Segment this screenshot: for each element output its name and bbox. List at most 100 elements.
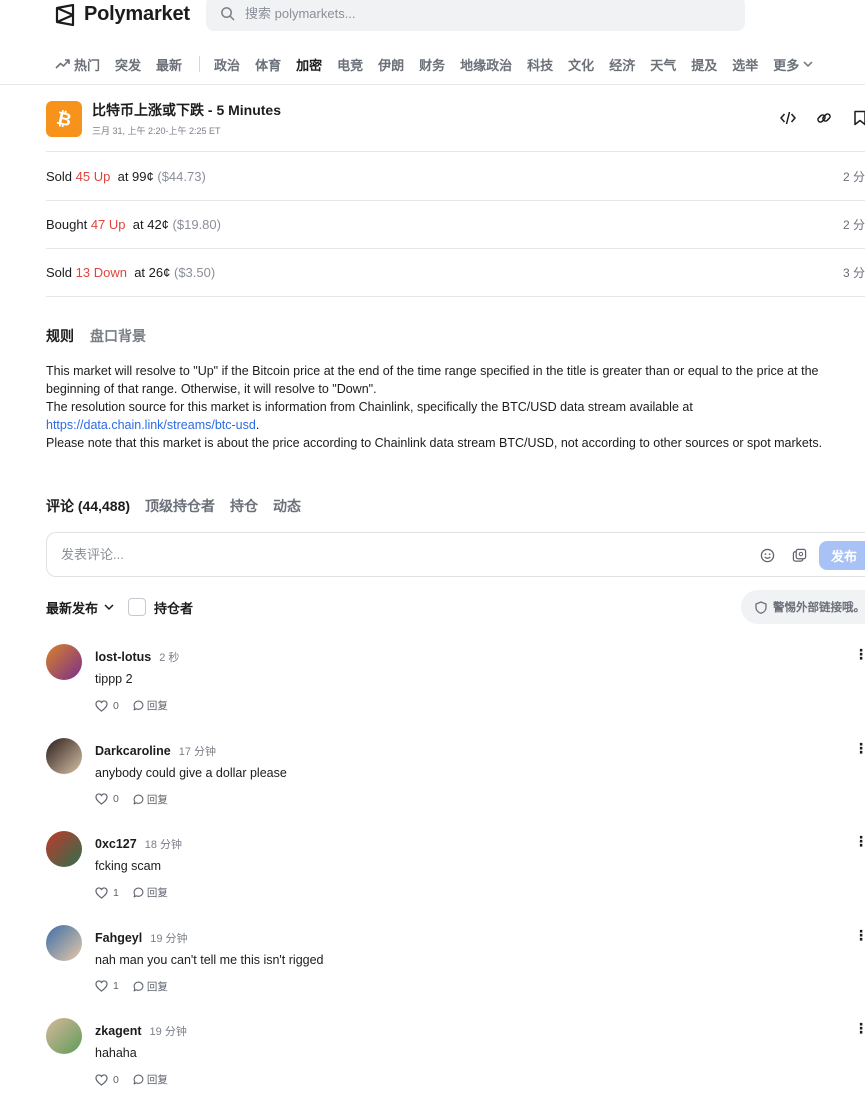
bookmark-icon[interactable] [852,110,865,126]
category-weather[interactable]: 天气 [650,55,676,74]
reply-label: 回复 [146,793,168,806]
comment-filter-row: 最新发布 持仓者 警惕外部链接哦。 [46,590,865,624]
activity-row: Sold 13 Down at 26¢ ($3.50) 3 分 [46,249,865,297]
more-options-icon[interactable]: ⋮ [854,833,865,850]
more-options-icon[interactable]: ⋮ [854,1020,865,1037]
trade-usd: ($3.50) [173,265,216,280]
comment-text: tippp 2 [95,672,133,686]
more-options-icon[interactable]: ⋮ [854,927,865,944]
comment-list: lost-lotus 2 秒 tippp 2 0 回复 ⋮ Darkcaroli… [46,644,865,1112]
trade-price: at 42¢ [132,217,169,232]
category-finance[interactable]: 财务 [419,55,445,74]
like-button[interactable]: 0 [95,700,119,712]
holders-filter[interactable]: 持仓者 [128,598,193,617]
category-politics[interactable]: 政治 [214,55,240,74]
avatar[interactable] [46,644,82,680]
trade-shares: 47 Up [90,217,126,232]
polymarket-logo-icon [55,3,75,26]
comment-composer: 发布 [46,532,865,577]
trade-shares: 13 Down [75,265,127,280]
trending-icon [55,59,70,69]
like-count: 0 [113,699,119,712]
tab-top-holders[interactable]: 顶级持仓者 [145,496,215,516]
rules-line: https://data.chain.link/streams/btc-usd. [46,416,865,434]
comment-item: Fahgeyl 19 分钟 nah man you can't tell me … [46,924,865,1019]
category-more[interactable]: 更多 [773,55,813,74]
shield-icon [755,600,767,614]
category-breaking[interactable]: 突发 [115,55,141,74]
comment-time: 18 分钟 [144,839,183,851]
rules-line: beginning of that range. Otherwise, it w… [46,382,377,396]
like-count: 0 [113,1073,119,1086]
comment-username[interactable]: Fahgeyl [95,931,142,945]
chainlink-link[interactable]: https://data.chain.link/streams/btc-usd [46,418,256,432]
trade-price: at 26¢ [134,265,171,280]
like-button[interactable]: 0 [95,1074,119,1086]
activity-row: Sold 45 Up at 99¢ ($44.73) 2 分 [46,153,865,201]
reply-button[interactable]: 回复 [133,1072,168,1087]
tab-market-context[interactable]: 盘口背景 [90,326,146,346]
activity-row: Bought 47 Up at 42¢ ($19.80) 2 分 [46,201,865,249]
header-divider [0,84,865,85]
avatar[interactable] [46,1018,82,1054]
trade-time: 3 分 [842,266,865,280]
reply-button[interactable]: 回复 [133,979,168,994]
reply-icon [133,887,144,898]
sort-dropdown[interactable]: 最新发布 [46,598,114,617]
category-esports[interactable]: 电竞 [337,55,363,74]
polymarket-logo[interactable]: Polymarket [54,3,190,26]
like-button[interactable]: 0 [95,793,119,805]
comment-username[interactable]: lost-lotus [95,650,151,664]
like-button[interactable]: 1 [95,980,119,992]
more-options-icon[interactable]: ⋮ [854,646,865,663]
warning-text: 警惕外部链接哦。 [773,602,865,614]
avatar[interactable] [46,831,82,867]
search-icon [221,7,235,21]
trade-action: Sold [46,169,73,184]
category-sports[interactable]: 体育 [255,55,281,74]
tab-comments[interactable]: 评论 (44,488) [46,496,130,516]
market-time-range: 三月 31, 上午 2:20-上午 2:25 ET [92,126,221,136]
search-input[interactable] [245,6,685,21]
category-nav: 热门 突发 最新 政治 体育 加密 电竞 伊朗 财务 地缘政治 科技 文化 经济… [0,44,865,84]
category-mentions[interactable]: 提及 [691,55,717,74]
reply-button[interactable]: 回复 [133,792,168,807]
emoji-icon[interactable] [759,547,775,563]
tab-rules[interactable]: 规则 [46,326,74,346]
trade-time: 2 分 [842,170,865,184]
reply-button[interactable]: 回复 [133,885,168,900]
reply-icon [133,981,144,991]
gif-icon[interactable] [791,547,807,563]
like-button[interactable]: 1 [95,887,119,899]
comment-text: hahaha [95,1046,137,1060]
avatar[interactable] [46,737,82,774]
category-geopolitics[interactable]: 地缘政治 [460,55,512,74]
external-link-warning: 警惕外部链接哦。 [741,590,865,624]
tab-activity[interactable]: 动态 [273,496,301,516]
category-culture[interactable]: 文化 [568,55,594,74]
comment-username[interactable]: zkagent [95,1024,142,1038]
category-crypto[interactable]: 加密 [296,55,322,74]
search-box[interactable] [206,0,745,31]
reply-button[interactable]: 回复 [133,698,168,713]
category-elections[interactable]: 选举 [732,55,758,74]
comment-time: 19 分钟 [149,1026,187,1038]
copy-link-icon[interactable] [816,110,832,126]
comment-input[interactable] [61,547,741,562]
comment-time: 2 秒 [159,652,180,664]
tab-positions[interactable]: 持仓 [230,496,258,516]
category-hot[interactable]: 热门 [55,55,100,74]
category-tech[interactable]: 科技 [527,55,553,74]
embed-code-icon[interactable] [780,110,796,126]
holders-checkbox[interactable] [128,598,147,616]
avatar[interactable] [46,924,82,961]
category-economy[interactable]: 经济 [609,55,635,74]
comment-username[interactable]: Darkcaroline [95,744,171,758]
post-comment-button[interactable]: 发布 [819,541,865,570]
category-iran[interactable]: 伊朗 [378,55,404,74]
like-count: 1 [113,886,119,899]
trade-action: Sold [46,265,73,280]
category-new[interactable]: 最新 [156,55,182,74]
more-options-icon[interactable]: ⋮ [854,740,865,757]
comment-username[interactable]: 0xc127 [95,837,137,851]
